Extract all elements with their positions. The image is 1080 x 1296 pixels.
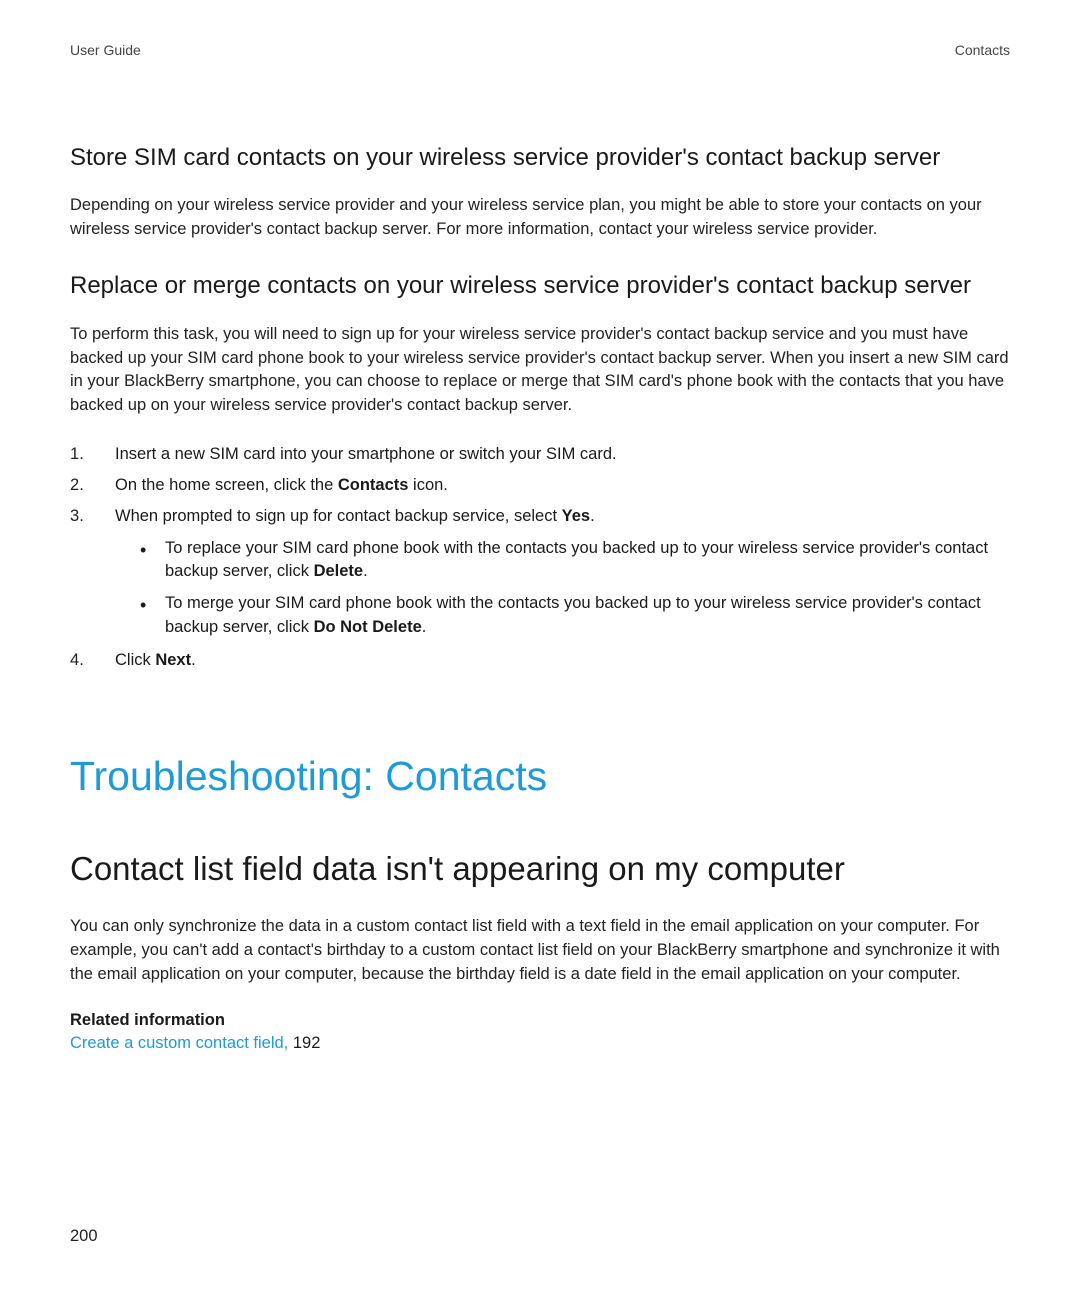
troubleshooting-heading: Troubleshooting: Contacts [70, 753, 1010, 800]
related-link[interactable]: Create a custom contact field, [70, 1034, 288, 1052]
header-left: User Guide [70, 42, 141, 58]
section-heading: Replace or merge contacts on your wirele… [70, 270, 1010, 302]
header-right: Contacts [955, 42, 1010, 58]
step-text: Click [115, 651, 155, 669]
step-item: Insert a new SIM card into your smartpho… [70, 442, 1010, 467]
related-link-page: 192 [288, 1034, 320, 1052]
bullet-bold: Delete [314, 562, 364, 580]
subsection-heading: Contact list field data isn't appearing … [70, 848, 1010, 889]
bullet-item: To merge your SIM card phone book with t… [135, 592, 1010, 640]
page-header: User Guide Contacts [70, 42, 1010, 58]
bullet-item: To replace your SIM card phone book with… [135, 537, 1010, 585]
step-text: . [590, 507, 595, 525]
page-number: 200 [70, 1227, 98, 1246]
step-bold: Next [155, 651, 191, 669]
bullet-bold: Do Not Delete [314, 618, 422, 636]
section-heading: Store SIM card contacts on your wireless… [70, 142, 1010, 174]
bullet-text: To merge your SIM card phone book with t… [165, 594, 981, 636]
step-text: . [191, 651, 196, 669]
section-body: To perform this task, you will need to s… [70, 323, 1010, 419]
step-bold: Yes [562, 507, 590, 525]
step-text: Insert a new SIM card into your smartpho… [115, 445, 617, 463]
troubleshoot-body: You can only synchronize the data in a c… [70, 915, 1010, 987]
step-text: When prompted to sign up for contact bac… [115, 507, 562, 525]
step-text: On the home screen, click the [115, 476, 338, 494]
step-text: icon. [408, 476, 447, 494]
step-item: When prompted to sign up for contact bac… [70, 504, 1010, 640]
bullet-text: . [363, 562, 368, 580]
related-information: Related information Create a custom cont… [70, 1011, 1010, 1053]
related-heading: Related information [70, 1011, 1010, 1030]
section-store-sim: Store SIM card contacts on your wireless… [70, 142, 1010, 242]
section-replace-merge: Replace or merge contacts on your wirele… [70, 270, 1010, 673]
bullet-text: To replace your SIM card phone book with… [165, 539, 988, 581]
sub-bullet-list: To replace your SIM card phone book with… [135, 537, 1010, 641]
bullet-text: . [422, 618, 427, 636]
step-item: On the home screen, click the Contacts i… [70, 473, 1010, 498]
related-link-line: Create a custom contact field, 192 [70, 1034, 1010, 1053]
step-item: Click Next. [70, 648, 1010, 673]
steps-list: Insert a new SIM card into your smartpho… [70, 442, 1010, 673]
step-bold: Contacts [338, 476, 409, 494]
section-body: Depending on your wireless service provi… [70, 194, 1010, 242]
